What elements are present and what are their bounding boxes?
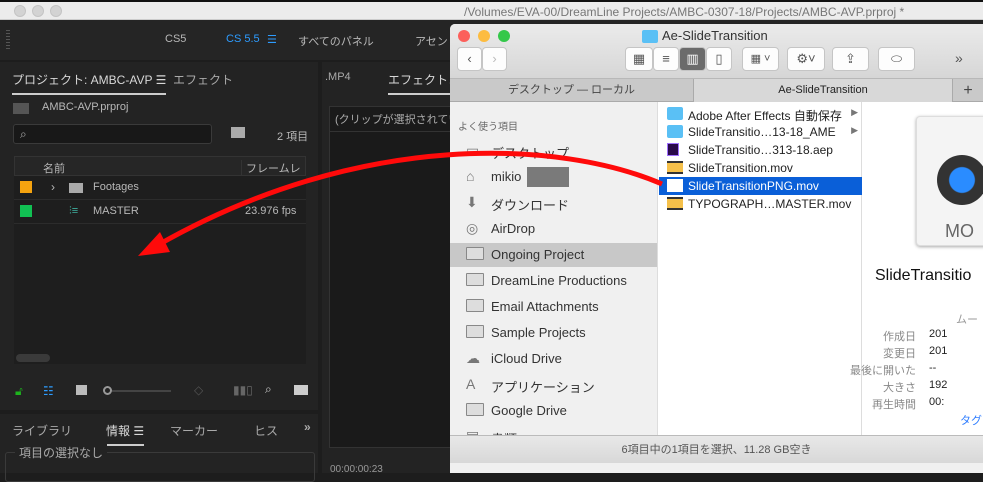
arrow-head bbox=[138, 232, 170, 256]
arrow-line bbox=[156, 150, 663, 248]
drag-arrow bbox=[138, 150, 663, 256]
